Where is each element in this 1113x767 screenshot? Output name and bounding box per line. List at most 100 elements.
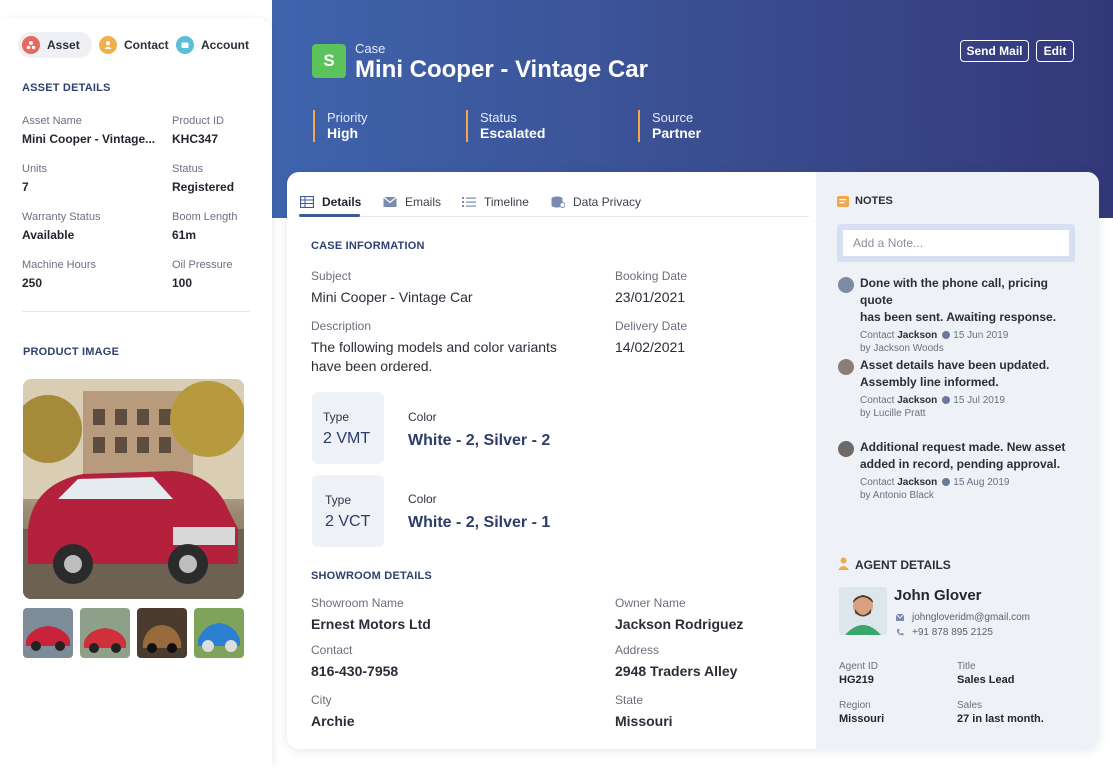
description-line: The following models and color variants — [311, 339, 557, 355]
note-meta: Contact Jackson 15 Aug 2019 — [860, 477, 1078, 488]
note-line: added in record, pending approval. — [860, 457, 1061, 471]
variant-color: Color White - 2, Silver - 2 — [408, 410, 550, 450]
pill-account[interactable]: Account — [172, 32, 249, 58]
field-value: Ernest Motors Ltd — [311, 616, 431, 632]
field-label: State — [615, 693, 644, 707]
field-subject: Subject Mini Cooper - Vintage Car — [311, 269, 473, 307]
send-mail-button[interactable]: Send Mail — [960, 40, 1029, 62]
agent-field-title: Title Sales Lead — [957, 661, 1014, 686]
pill-contact[interactable]: Contact — [95, 32, 169, 58]
note-contact-prefix: Contact — [860, 477, 895, 488]
field-product-id: Product ID KHC347 — [172, 114, 224, 146]
note-contact[interactable]: Jackson — [897, 477, 937, 488]
field-label: City — [311, 693, 332, 707]
field-label: Product ID — [172, 115, 224, 127]
edit-button[interactable]: Edit — [1036, 40, 1074, 62]
variant-type-box: Type 2 VMT — [312, 392, 384, 464]
note-line: Assembly line informed. — [860, 375, 999, 389]
envelope-icon — [896, 614, 904, 621]
note-contact[interactable]: Jackson — [897, 330, 937, 341]
note-text: Done with the phone call, pricing quote h… — [860, 275, 1078, 326]
agent-phone[interactable]: +91 878 895 2125 — [896, 627, 993, 638]
page-title: Mini Cooper - Vintage Car — [355, 56, 648, 83]
tab-label: Emails — [405, 195, 442, 209]
meta-label: Source — [652, 110, 694, 125]
note-line: Additional request made. New asset — [860, 440, 1066, 454]
meta-value: Partner — [652, 125, 702, 141]
field-label: Description — [311, 319, 372, 333]
field-city: City Archie — [311, 693, 355, 731]
pill-label: Account — [201, 38, 249, 52]
field-label: Sales — [957, 700, 983, 711]
product-image[interactable] — [23, 379, 244, 599]
field-value: Sales Lead — [957, 674, 1015, 686]
variant-type-label: Type — [323, 410, 350, 424]
field-label: Subject — [311, 269, 352, 283]
thumbnail[interactable] — [137, 608, 187, 658]
tab-timeline[interactable]: Timeline — [462, 195, 529, 209]
note-date: 15 Jul 2019 — [953, 395, 1005, 406]
field-address: Address 2948 Traders Alley — [615, 643, 737, 681]
thumbnail[interactable] — [23, 608, 73, 658]
variant-color-value: White - 2, Silver - 2 — [408, 432, 551, 449]
note-contact[interactable]: Jackson — [897, 395, 937, 406]
field-value: 23/01/2021 — [615, 289, 686, 305]
tab-details[interactable]: Details — [300, 195, 361, 209]
field-label: Delivery Date — [615, 319, 688, 333]
meta-value: High — [327, 125, 359, 141]
case-kicker: Case — [355, 41, 386, 56]
note-author: by Lucille Pratt — [860, 408, 926, 419]
agent-phone-text: +91 878 895 2125 — [912, 627, 993, 638]
meta-status: Status Escalated — [466, 110, 545, 142]
agent-email[interactable]: johngloveridm@gmail.com — [896, 612, 1030, 623]
agent-name: John Glover — [894, 587, 982, 604]
field-label: Region — [839, 700, 871, 711]
field-value: 61m — [172, 228, 197, 242]
pill-label: Asset — [47, 38, 80, 52]
asset-details-title: ASSET DETAILS — [22, 82, 111, 94]
note-date: 15 Jun 2019 — [953, 330, 1009, 341]
case-logo: S — [312, 44, 346, 78]
note-text: Asset details have been updated. Assembly… — [860, 357, 1078, 391]
account-icon — [176, 36, 194, 54]
field-value: Missouri — [615, 713, 673, 729]
active-tab-indicator — [299, 214, 360, 217]
field-value: KHC347 — [172, 132, 219, 146]
field-value: 100 — [172, 276, 193, 290]
avatar — [838, 359, 854, 375]
field-label: Booking Date — [615, 269, 688, 283]
field-value: 14/02/2021 — [615, 339, 686, 355]
field-label: Units — [22, 163, 48, 175]
thumbnail[interactable] — [80, 608, 130, 658]
meta-label: Status — [480, 110, 517, 125]
database-icon — [551, 196, 565, 208]
avatar — [838, 277, 854, 293]
list-icon — [462, 197, 476, 207]
field-value: Mini Cooper - Vintage... — [22, 132, 156, 146]
note-meta: Contact Jackson 15 Jul 2019 — [860, 395, 1078, 406]
field-boom-length: Boom Length 61m — [172, 210, 237, 242]
variant-type-value: 2 VMT — [323, 430, 371, 447]
tab-label: Timeline — [484, 195, 529, 209]
add-note-input[interactable] — [843, 230, 1069, 256]
meta-value: Escalated — [480, 125, 546, 141]
notes-icon — [837, 196, 849, 207]
clock-icon — [942, 331, 951, 339]
note-contact-prefix: Contact — [860, 330, 895, 341]
showroom-details-title: SHOWROOM DETAILS — [311, 570, 432, 582]
field-description: Description The following models and col… — [311, 319, 557, 376]
note-date: 15 Aug 2019 — [953, 477, 1010, 488]
note-line: Done with the phone call, pricing quote — [860, 276, 1049, 307]
clock-icon — [942, 396, 951, 404]
tab-data-privacy[interactable]: Data Privacy — [551, 195, 641, 209]
notes-title: NOTES — [855, 195, 893, 207]
pill-asset[interactable]: Asset — [18, 32, 92, 58]
thumbnail[interactable] — [194, 608, 244, 658]
agent-field-id: Agent ID HG219 — [839, 661, 878, 686]
meta-priority: Priority High — [313, 110, 367, 142]
field-label: Boom Length — [172, 211, 238, 223]
field-value: 816-430-7958 — [311, 663, 399, 679]
note-input-wrapper — [837, 224, 1075, 262]
tab-emails[interactable]: Emails — [383, 195, 441, 209]
agent-details-title: AGENT DETAILS — [855, 558, 951, 572]
